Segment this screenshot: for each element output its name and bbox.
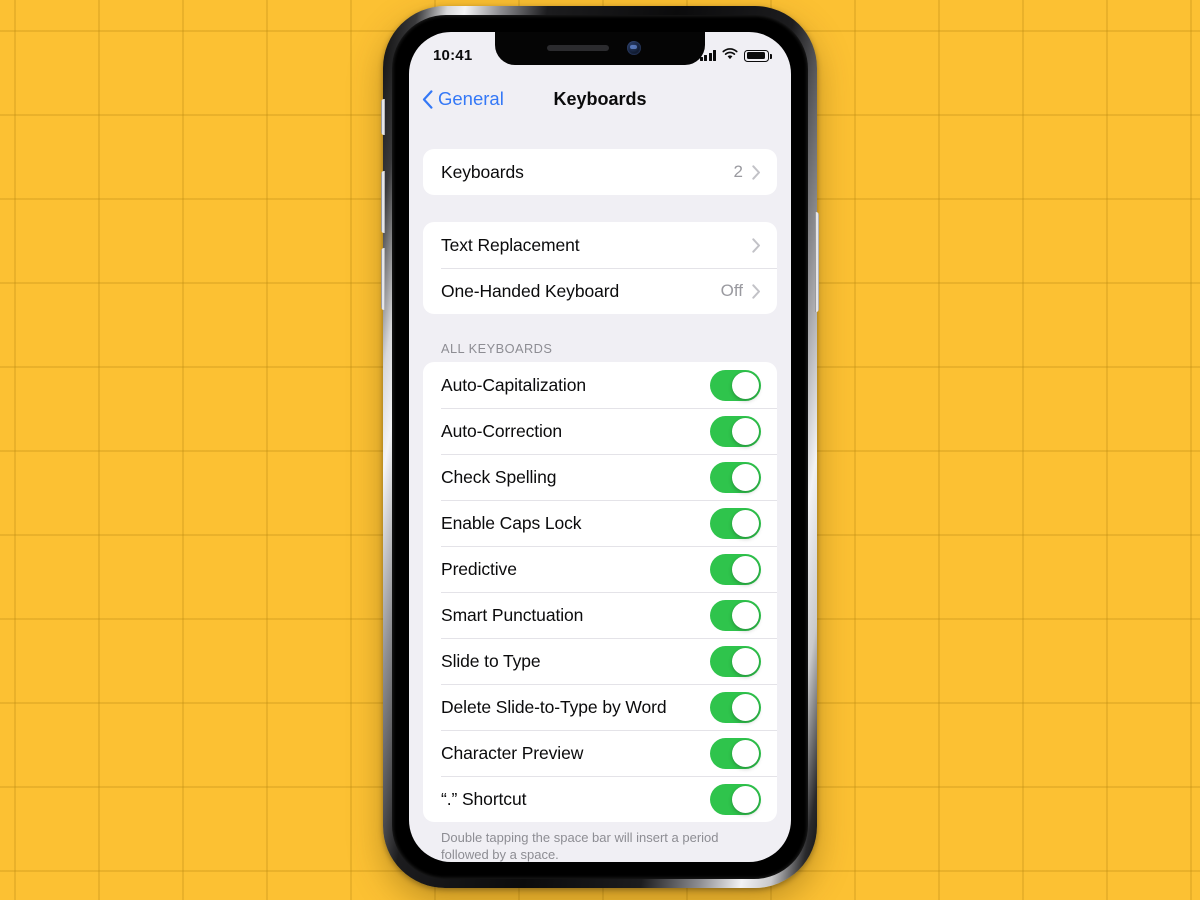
toggle-enable-caps-lock[interactable] (710, 507, 761, 539)
toggle-delete-slide-to-type-by-word[interactable] (710, 691, 761, 723)
row-label: Predictive (441, 558, 517, 579)
row-label: Slide to Type (441, 650, 541, 671)
volume-up-button[interactable] (381, 171, 385, 233)
toggle-period-shortcut[interactable] (710, 783, 761, 815)
toggle-knob (732, 417, 759, 445)
row-text-replacement[interactable]: Text Replacement (423, 222, 777, 268)
section-header-all-keyboards: ALL KEYBOARDS (441, 341, 553, 356)
row-label: Auto-Correction (441, 420, 563, 441)
status-time: 10:41 (433, 46, 473, 64)
phone-screen: 10:41 General Keyboards Keyboards 2 Text… (409, 32, 791, 862)
toggle-knob (732, 647, 759, 675)
silent-switch-button[interactable] (381, 99, 385, 135)
toggle-auto-capitalization[interactable] (710, 369, 761, 401)
toggle-knob (732, 509, 759, 537)
back-button-general[interactable]: General (409, 88, 504, 110)
row-label: Enable Caps Lock (441, 512, 582, 533)
toggle-predictive[interactable] (710, 553, 761, 585)
row-check-spelling[interactable]: Check Spelling (423, 454, 777, 500)
chevron-right-icon (752, 283, 760, 299)
toggle-knob (732, 463, 759, 491)
row-value: 2 (733, 162, 743, 181)
settings-list[interactable]: Keyboards 2 Text Replacement One-Handed … (409, 122, 791, 862)
row-auto-correction[interactable]: Auto-Correction (423, 408, 777, 454)
chevron-right-icon (752, 237, 760, 253)
toggle-knob (732, 693, 759, 721)
row-enable-caps-lock[interactable]: Enable Caps Lock (423, 500, 777, 546)
chevron-right-icon (752, 164, 760, 180)
toggle-character-preview[interactable] (710, 737, 761, 769)
row-predictive[interactable]: Predictive (423, 546, 777, 592)
battery-icon (744, 49, 772, 62)
chevron-left-icon (422, 89, 433, 109)
toggle-knob (732, 371, 759, 399)
row-label: “.” Shortcut (441, 788, 527, 809)
row-value: Off (720, 281, 743, 300)
toggle-knob (732, 555, 759, 583)
row-label: Smart Punctuation (441, 604, 584, 625)
settings-group-keyboards: Keyboards 2 (423, 149, 777, 195)
toggle-auto-correction[interactable] (710, 415, 761, 447)
row-label: Check Spelling (441, 466, 557, 487)
device-bezel: 10:41 General Keyboards Keyboards 2 Text… (392, 15, 808, 879)
front-camera-icon (627, 41, 641, 55)
toggle-knob (732, 785, 759, 813)
camera-lens-highlight (630, 45, 637, 49)
iphone-device-frame: 10:41 General Keyboards Keyboards 2 Text… (381, 6, 819, 888)
row-label: Delete Slide-to-Type by Word (441, 696, 667, 717)
settings-group-all-keyboards: Auto-Capitalization Auto-Correction Chec… (423, 362, 777, 822)
row-label: Keyboards (441, 161, 524, 182)
row-label: Character Preview (441, 742, 584, 763)
power-button[interactable] (815, 212, 819, 312)
volume-down-button[interactable] (381, 248, 385, 310)
section-footer-period-shortcut: Double tapping the space bar will insert… (441, 830, 719, 862)
toggle-smart-punctuation[interactable] (710, 599, 761, 631)
status-indicators (699, 44, 772, 64)
row-period-shortcut[interactable]: “.” Shortcut (423, 776, 777, 822)
settings-group-text: Text Replacement One-Handed Keyboard Off (423, 222, 777, 314)
toggle-slide-to-type[interactable] (710, 645, 761, 677)
row-character-preview[interactable]: Character Preview (423, 730, 777, 776)
row-slide-to-type[interactable]: Slide to Type (423, 638, 777, 684)
toggle-knob (732, 739, 759, 767)
row-keyboards[interactable]: Keyboards 2 (423, 149, 777, 195)
navigation-bar: General Keyboards (409, 76, 791, 122)
row-label: Text Replacement (441, 234, 580, 255)
back-button-label: General (438, 88, 504, 109)
row-label: One-Handed Keyboard (441, 280, 620, 301)
row-delete-slide-to-type-by-word[interactable]: Delete Slide-to-Type by Word (423, 684, 777, 730)
row-label: Auto-Capitalization (441, 374, 586, 395)
row-auto-capitalization[interactable]: Auto-Capitalization (423, 362, 777, 408)
toggle-check-spelling[interactable] (710, 461, 761, 493)
toggle-knob (732, 601, 759, 629)
row-one-handed-keyboard[interactable]: One-Handed Keyboard Off (423, 268, 777, 314)
display-notch (495, 32, 705, 65)
row-smart-punctuation[interactable]: Smart Punctuation (423, 592, 777, 638)
earpiece-speaker-icon (547, 45, 609, 51)
wifi-icon (722, 47, 738, 64)
